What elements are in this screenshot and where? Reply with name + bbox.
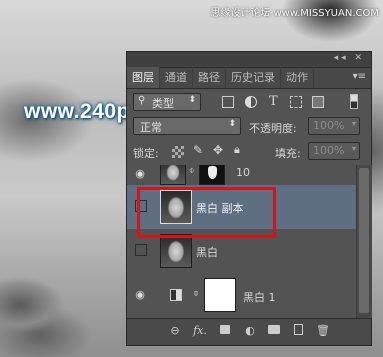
layer-row[interactable]: ◉ ⌽ 10 (127, 165, 356, 186)
opacity-field[interactable]: 100% ▾ (308, 117, 360, 135)
tab-actions[interactable]: 动作 (281, 67, 314, 88)
panel-titlebar: ◂◂ ✕ (127, 52, 371, 68)
tab-channels[interactable]: 通道 (160, 67, 193, 88)
site-watermark: 思缘设计论坛 www.MISSYUAN.COM (210, 8, 379, 19)
image-filter-icon[interactable] (222, 96, 234, 108)
opacity-label: 不透明度: (249, 122, 297, 135)
blend-mode-select[interactable]: 正常 ⬍ (133, 117, 241, 135)
chevron-down-icon: ⬍ (228, 119, 236, 129)
tab-paths[interactable]: 路径 (193, 67, 226, 88)
panel-menu-icon[interactable]: ▾≡ (353, 71, 366, 82)
adjustment-layer-icon (170, 289, 182, 301)
filter-row: ⚲ 类型 ⬍ T (127, 89, 371, 115)
opacity-value: 100% (313, 119, 345, 132)
panel-footer: ⊖ fx. ◐ 🗑︎ (127, 318, 371, 345)
new-layer-icon[interactable] (291, 324, 305, 338)
mask-shape (208, 166, 217, 179)
add-mask-icon[interactable] (218, 324, 232, 338)
adjustment-filter-icon[interactable] (245, 96, 257, 108)
chevron-down-icon: ▾ (351, 119, 356, 128)
blend-mode-value: 正常 (140, 121, 162, 134)
layer-mask-thumbnail (199, 165, 225, 185)
photo-lips (0, 255, 95, 350)
chevron-down-icon: ▾ (351, 144, 356, 153)
move-icon[interactable]: ✥ (213, 143, 223, 157)
lock-transparent-icon[interactable] (172, 146, 184, 158)
panel-tabs: 图层 通道 路径 历史记录 动作 ▾≡ (127, 67, 371, 89)
layer-thumbnail (160, 234, 192, 268)
page-shape (293, 324, 303, 335)
lock-icon[interactable]: 🔒︎ (234, 143, 240, 157)
adjustment-layer-icon[interactable]: ◐ (243, 324, 257, 338)
delete-layer-icon[interactable]: 🗑︎ (316, 324, 330, 338)
folder-shape (268, 325, 280, 334)
smart-object-filter-icon[interactable] (312, 96, 324, 108)
visibility-toggle[interactable] (135, 244, 147, 256)
type-filter-icon[interactable]: T (269, 94, 278, 109)
filter-kind-label: 类型 (152, 97, 174, 110)
link-icon: ⌽ (189, 166, 195, 176)
layer-name: 黑白 1 (243, 291, 276, 304)
group-folder-icon[interactable] (267, 324, 281, 338)
fill-field[interactable]: 100% ▾ (308, 142, 360, 160)
link-layers-icon[interactable]: ⊖ (168, 324, 182, 338)
link-icon: ⌽ (193, 288, 199, 299)
mask-icon-shape (220, 325, 230, 334)
chevron-down-icon: ⬍ (188, 95, 196, 105)
fx-icon[interactable]: fx. (193, 324, 207, 338)
layer-row[interactable]: ◉ ⌽ 黑白 1 (127, 273, 356, 318)
layer-thumbnail (160, 165, 186, 185)
layer-name: 黑白 (196, 246, 218, 259)
brush-icon[interactable]: ✎ (193, 143, 203, 157)
eye-icon[interactable]: ◉ (131, 288, 149, 301)
shape-filter-icon[interactable] (290, 96, 302, 108)
lock-label: 锁定: (133, 147, 159, 160)
layer-mask-thumbnail (204, 278, 236, 312)
lock-row: 锁定: ✎ ✥ 🔒︎ 填充: 100% ▾ (127, 139, 371, 163)
layers-scrollbar[interactable] (356, 165, 372, 318)
filter-kind-select[interactable]: ⚲ 类型 ⬍ (133, 93, 201, 111)
filter-toggle[interactable] (350, 94, 358, 109)
tab-history[interactable]: 历史记录 (226, 67, 281, 88)
tab-layers[interactable]: 图层 (127, 67, 160, 88)
scrollbar-thumb[interactable] (359, 168, 369, 313)
highlight-box (137, 187, 276, 238)
panel-window-buttons[interactable]: ◂◂ ✕ (334, 53, 365, 63)
search-icon: ⚲ (138, 95, 146, 106)
fill-label: 填充: (275, 147, 301, 160)
layer-name: 10 (236, 166, 250, 179)
blend-row: 正常 ⬍ 不透明度: 100% ▾ (127, 115, 371, 139)
fill-value: 100% (313, 144, 345, 157)
eye-icon[interactable]: ◉ (131, 167, 149, 180)
